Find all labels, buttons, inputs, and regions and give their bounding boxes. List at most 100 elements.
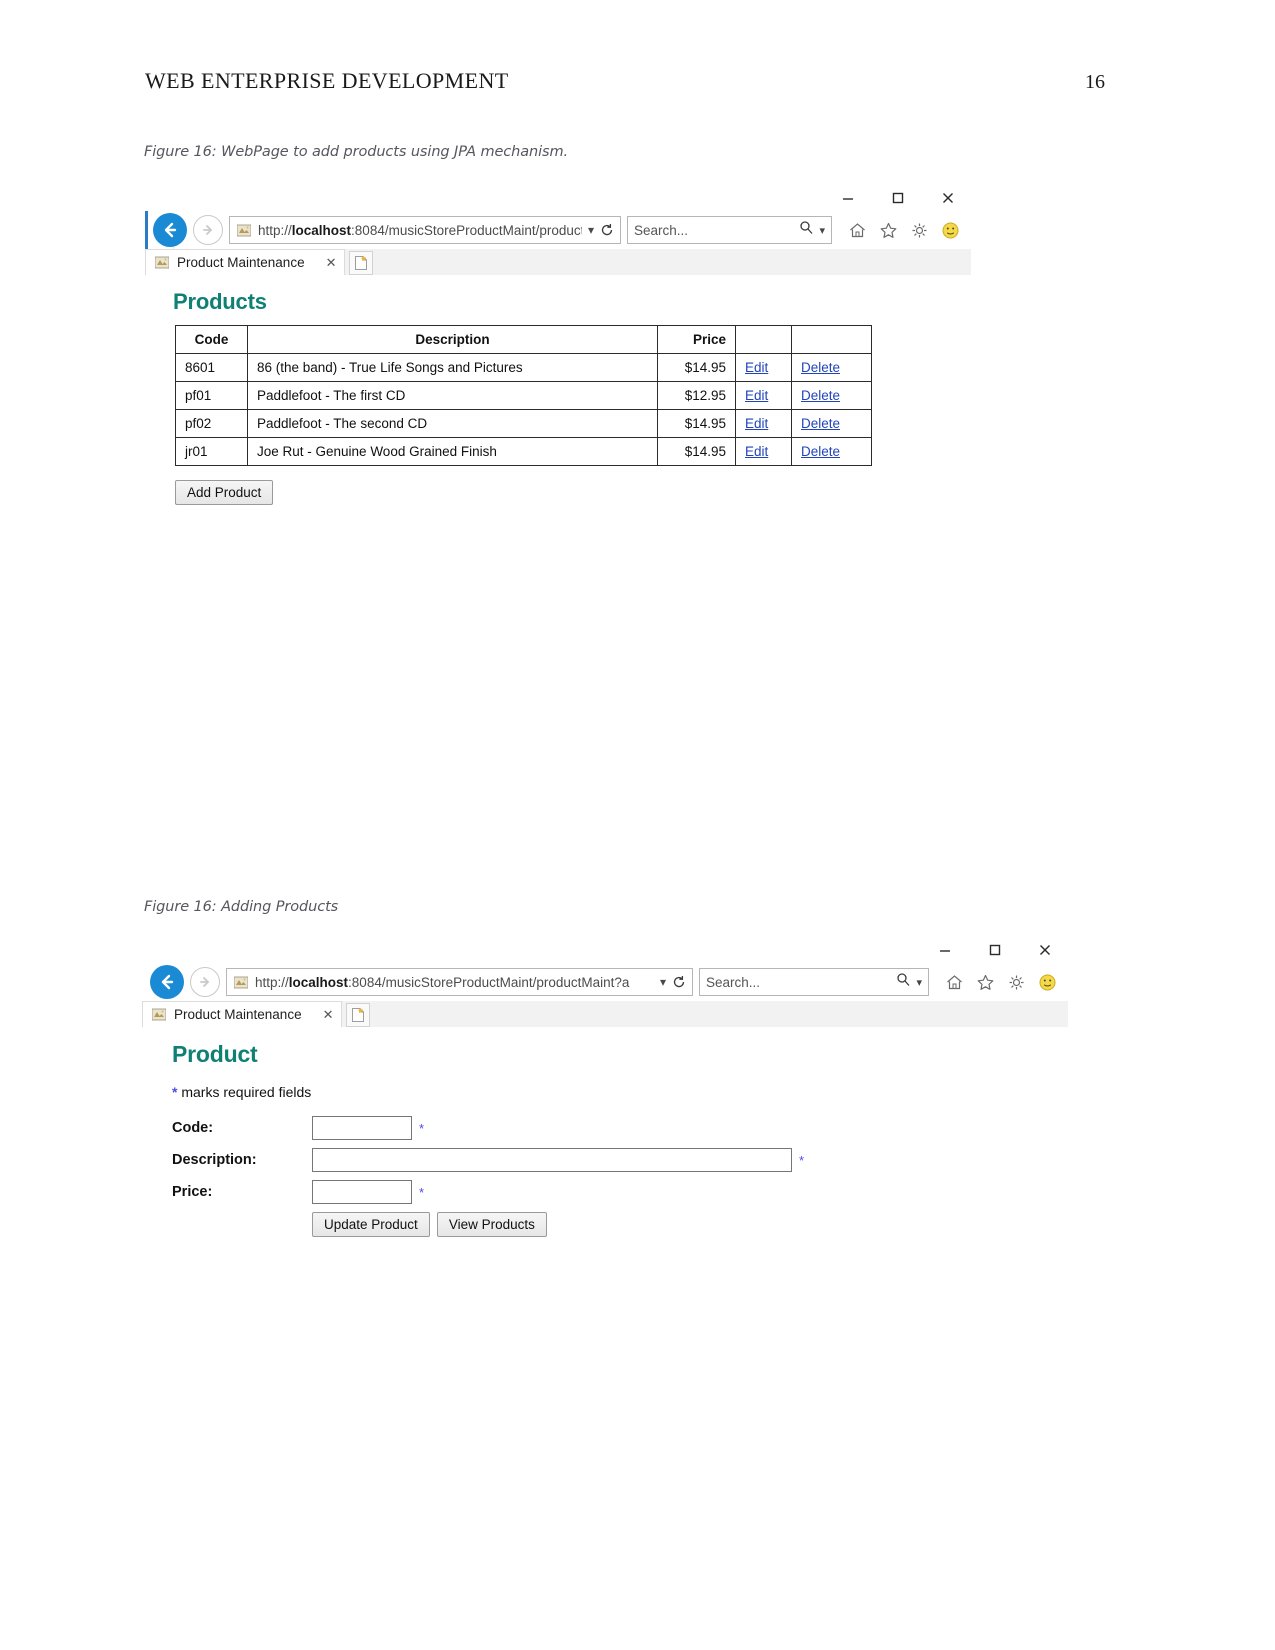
browser-toolbar-icons xyxy=(935,971,1058,993)
chevron-down-icon[interactable]: ▾ xyxy=(588,223,594,237)
home-icon[interactable] xyxy=(846,219,868,241)
smiley-feedback-icon[interactable] xyxy=(1036,971,1058,993)
delete-link[interactable]: Delete xyxy=(801,416,840,431)
back-arrow-icon[interactable] xyxy=(153,213,187,247)
maximize-icon[interactable] xyxy=(887,187,909,209)
search-input[interactable]: Search... ▾ xyxy=(627,216,832,244)
address-bar-url: http://localhost:8084/musicStoreProductM… xyxy=(255,974,630,990)
minimize-icon[interactable] xyxy=(934,939,956,961)
forward-arrow-icon[interactable] xyxy=(190,967,220,997)
code-input[interactable] xyxy=(312,1116,412,1140)
figure-caption-1: Figure 16: WebPage to add products using… xyxy=(144,144,569,160)
cell-edit: Edit xyxy=(735,353,792,382)
price-input[interactable] xyxy=(312,1180,412,1204)
browser-window-product-form: http://localhost:8084/musicStoreProductM… xyxy=(142,937,1068,1357)
table-header-row: Code Description Price xyxy=(175,325,872,354)
cell-description: Paddlefoot - The second CD xyxy=(247,409,658,438)
edit-link[interactable]: Edit xyxy=(745,388,768,403)
edit-link[interactable]: Edit xyxy=(745,416,768,431)
page-favicon-icon xyxy=(236,223,252,237)
products-table: Code Description Price 8601 86 (the band… xyxy=(175,325,872,466)
address-bar-url: http://localhost:8084/musicStoreProductM… xyxy=(258,222,582,238)
tab-product-maintenance[interactable]: Product Maintenance ✕ xyxy=(142,1001,343,1027)
window-controls xyxy=(934,939,1056,961)
search-placeholder: Search... xyxy=(706,974,761,990)
browser-toolbar-icons xyxy=(838,219,961,241)
column-header-code: Code xyxy=(175,325,248,354)
browser-window-products: http://localhost:8084/musicStoreProductM… xyxy=(145,185,971,875)
cell-price: $14.95 xyxy=(657,353,736,382)
maximize-icon[interactable] xyxy=(984,939,1006,961)
required-marker: * xyxy=(419,1184,425,1200)
form-row-price: Price: * xyxy=(172,1180,1068,1204)
new-tab-icon[interactable] xyxy=(349,251,374,275)
cell-delete: Delete xyxy=(791,353,872,382)
figure-caption-2: Figure 16: Adding Products xyxy=(144,899,339,915)
chevron-down-icon[interactable]: ▾ xyxy=(911,976,922,989)
add-product-button[interactable]: Add Product xyxy=(175,480,274,505)
tab-title: Product Maintenance xyxy=(177,255,305,270)
favorites-star-icon[interactable] xyxy=(877,219,899,241)
minimize-icon[interactable] xyxy=(837,187,859,209)
close-icon[interactable] xyxy=(1034,939,1056,961)
search-icon[interactable] xyxy=(896,972,911,992)
navigation-bar: http://localhost:8084/musicStoreProductM… xyxy=(145,211,971,249)
page-number: 16 xyxy=(1085,71,1105,93)
document-header: WEB ENTERPRISE DEVELOPMENT 16 xyxy=(145,68,1105,94)
smiley-feedback-icon[interactable] xyxy=(939,219,961,241)
edit-link[interactable]: Edit xyxy=(745,444,768,459)
tab-strip: Product Maintenance ✕ xyxy=(145,249,971,275)
titlebar xyxy=(142,937,1068,963)
delete-link[interactable]: Delete xyxy=(801,360,840,375)
required-marker: * xyxy=(799,1152,805,1168)
table-row: pf01 Paddlefoot - The first CD $12.95 Ed… xyxy=(175,381,872,410)
search-icon[interactable] xyxy=(799,220,814,240)
refresh-icon[interactable] xyxy=(672,975,686,989)
view-products-button[interactable]: View Products xyxy=(436,1212,547,1237)
close-icon[interactable]: ✕ xyxy=(312,255,337,271)
search-input[interactable]: Search... ▾ xyxy=(699,968,929,996)
tab-favicon-icon xyxy=(154,256,170,270)
home-icon[interactable] xyxy=(943,971,965,993)
cell-code: jr01 xyxy=(175,437,248,466)
delete-link[interactable]: Delete xyxy=(801,388,840,403)
chevron-down-icon[interactable]: ▾ xyxy=(814,224,825,237)
page-content-products: Products Code Description Price 8601 86 … xyxy=(145,275,971,875)
form-action-buttons: Update Product View Products xyxy=(312,1212,1068,1237)
chevron-down-icon[interactable]: ▾ xyxy=(660,975,666,989)
favorites-star-icon[interactable] xyxy=(974,971,996,993)
product-form: Code: * Description: * Price: * Update P… xyxy=(142,1100,1068,1237)
code-label: Code: xyxy=(172,1120,214,1136)
settings-gear-icon[interactable] xyxy=(908,219,930,241)
refresh-icon[interactable] xyxy=(600,223,614,237)
update-product-button[interactable]: Update Product xyxy=(312,1212,430,1237)
settings-gear-icon[interactable] xyxy=(1005,971,1027,993)
address-bar[interactable]: http://localhost:8084/musicStoreProductM… xyxy=(229,216,621,244)
cell-description: Paddlefoot - The first CD xyxy=(247,381,658,410)
required-note-text: marks required fields xyxy=(177,1084,312,1100)
column-header-description: Description xyxy=(247,325,658,354)
add-product-row: Add Product xyxy=(145,466,971,505)
description-label: Description: xyxy=(172,1152,257,1168)
cell-description: Joe Rut - Genuine Wood Grained Finish xyxy=(247,437,658,466)
close-icon[interactable]: ✕ xyxy=(309,1007,334,1023)
edit-link[interactable]: Edit xyxy=(745,360,768,375)
cell-price: $12.95 xyxy=(657,381,736,410)
products-heading: Products xyxy=(173,289,267,314)
titlebar xyxy=(145,185,971,211)
address-bar[interactable]: http://localhost:8084/musicStoreProductM… xyxy=(226,968,693,996)
description-input[interactable] xyxy=(312,1148,792,1172)
forward-arrow-icon[interactable] xyxy=(193,215,223,245)
new-tab-icon[interactable] xyxy=(346,1003,371,1027)
cell-delete: Delete xyxy=(791,381,872,410)
back-arrow-icon[interactable] xyxy=(150,965,184,999)
product-heading: Product xyxy=(172,1041,258,1067)
search-placeholder: Search... xyxy=(634,222,689,238)
tab-product-maintenance[interactable]: Product Maintenance ✕ xyxy=(145,249,346,275)
cell-edit: Edit xyxy=(735,381,792,410)
close-icon[interactable] xyxy=(937,187,959,209)
page-favicon-icon xyxy=(233,975,249,989)
column-header-price: Price xyxy=(657,325,736,354)
delete-link[interactable]: Delete xyxy=(801,444,840,459)
table-row: pf02 Paddlefoot - The second CD $14.95 E… xyxy=(175,409,872,438)
